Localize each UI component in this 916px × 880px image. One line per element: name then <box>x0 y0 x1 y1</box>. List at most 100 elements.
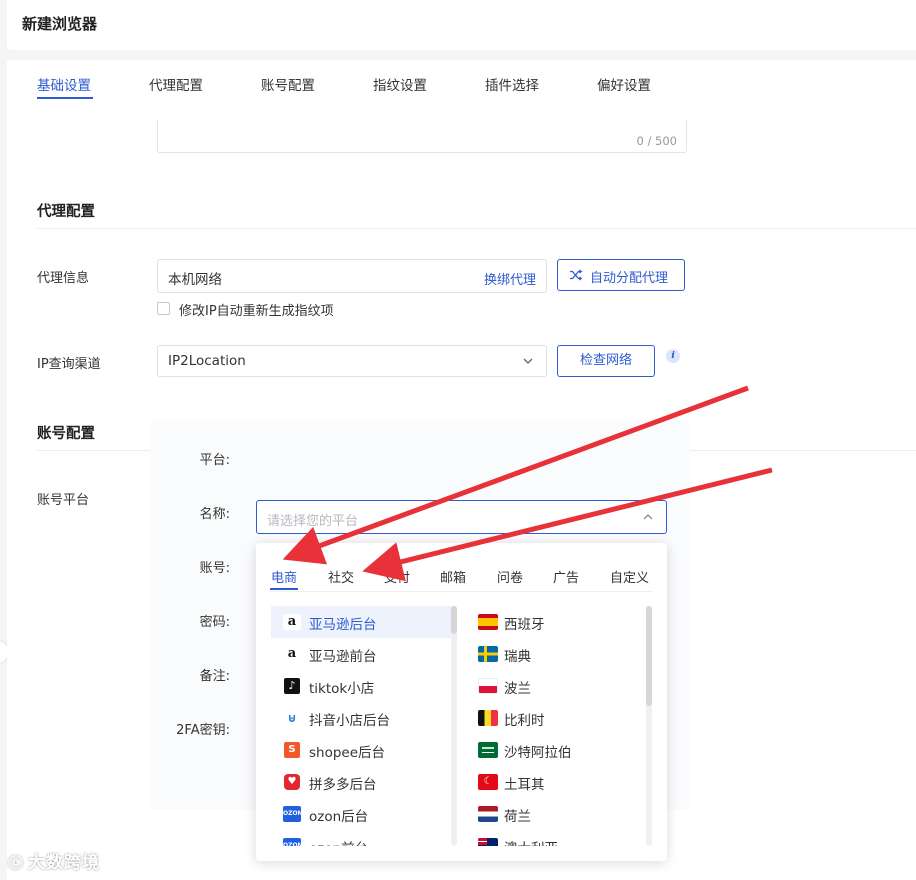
scroll-thumb[interactable] <box>646 606 652 706</box>
notes-textarea[interactable]: 0 / 500 <box>157 120 687 153</box>
region-item[interactable]: 西班牙 <box>466 606 644 638</box>
amazon-icon: a <box>283 646 301 662</box>
proxy-info-value: 本机网络 <box>168 272 222 288</box>
chevron-up-icon <box>642 511 654 527</box>
rebind-proxy-link[interactable]: 换绑代理 <box>484 269 536 288</box>
tab-account-config[interactable]: 账号配置 <box>261 74 315 94</box>
saudi-flag-icon <box>478 742 498 758</box>
region-item[interactable]: ☾ 土耳其 <box>466 766 644 798</box>
password-field-label: 密码: <box>199 615 230 630</box>
belgium-flag-icon <box>478 710 498 726</box>
platform-item-label: ozon后台 <box>309 809 369 825</box>
dd-tab-ads[interactable]: 广告 <box>553 567 579 586</box>
platform-item[interactable]: ⊎ 抖音小店后台 <box>271 702 456 734</box>
region-item[interactable]: 波兰 <box>466 670 644 702</box>
page-title: 新建浏览器 <box>22 15 98 33</box>
region-item[interactable]: 瑞典 <box>466 638 644 670</box>
platform-item-label: 亚马逊后台 <box>309 617 377 633</box>
region-item-label: 荷兰 <box>504 809 531 825</box>
ip-channel-label: IP查询渠道 <box>37 357 101 372</box>
tiktok-icon: ♪ <box>284 678 300 694</box>
platform-item[interactable]: ♪ tiktok小店 <box>271 670 456 702</box>
region-list: 西班牙 瑞典 波兰 比利时 沙特阿拉伯 ☾ 土耳其 荷兰 <box>466 606 644 846</box>
turkey-flag-icon: ☾ <box>478 774 498 790</box>
title-bar: 新建浏览器 <box>7 0 916 50</box>
region-item-label: 澳大利亚 <box>504 837 558 846</box>
platform-item[interactable]: OZON ozon后台 <box>271 798 456 830</box>
platform-item[interactable]: OZON ozon前台 <box>271 830 456 846</box>
active-tab-indicator <box>37 97 93 99</box>
dd-tab-social[interactable]: 社交 <box>328 567 354 586</box>
region-item[interactable]: 荷兰 <box>466 798 644 830</box>
tab-proxy-config[interactable]: 代理配置 <box>149 74 203 94</box>
tab-basic-settings[interactable]: 基础设置 <box>37 74 91 94</box>
netherlands-flag-icon <box>478 806 498 822</box>
platform-item-label: tiktok小店 <box>309 681 375 697</box>
tab-fingerprint-settings[interactable]: 指纹设置 <box>373 74 427 94</box>
ip-channel-value: IP2Location <box>168 353 246 369</box>
regen-fingerprint-checkbox[interactable] <box>157 302 170 315</box>
platform-item-label: 抖音小店后台 <box>309 713 390 729</box>
pinduoduo-icon: ♥ <box>284 774 300 790</box>
chevron-down-icon <box>522 355 534 371</box>
platform-dropdown: 电商 社交 支付 邮箱 问卷 广告 自定义 a 亚马逊后台 a 亚马逊前台 ♪ … <box>256 543 667 861</box>
watermark-text: 大数跨境 <box>28 853 101 873</box>
account-platform-label: 账号平台 <box>37 493 90 508</box>
region-item-label: 波兰 <box>504 681 531 697</box>
info-icon[interactable]: i <box>666 349 680 363</box>
char-counter: 0 / 500 <box>636 134 677 148</box>
dd-tab-custom[interactable]: 自定义 <box>610 567 649 586</box>
platform-field-label: 平台: <box>199 453 230 468</box>
platform-item[interactable]: ♥ 拼多多后台 <box>271 766 456 798</box>
region-item[interactable]: 澳大利亚 <box>466 830 644 846</box>
ip-channel-select[interactable]: IP2Location <box>157 345 547 377</box>
tab-plugin-selection[interactable]: 插件选择 <box>485 74 539 94</box>
shopee-icon: S <box>284 742 300 758</box>
dd-tab-payment[interactable]: 支付 <box>384 567 410 586</box>
platform-item[interactable]: a 亚马逊前台 <box>271 638 456 670</box>
australia-flag-icon <box>478 838 498 846</box>
region-item[interactable]: 比利时 <box>466 702 644 734</box>
spain-flag-icon <box>478 614 498 630</box>
auto-assign-proxy-button[interactable]: 自动分配代理 <box>557 259 685 291</box>
auto-assign-proxy-label: 自动分配代理 <box>590 271 669 286</box>
platform-item-label: 亚马逊前台 <box>309 649 377 665</box>
platform-item[interactable]: S shopee后台 <box>271 734 456 766</box>
dd-tab-ecommerce[interactable]: 电商 <box>271 567 297 586</box>
scroll-thumb[interactable] <box>451 606 457 634</box>
dd-tab-survey[interactable]: 问卷 <box>497 567 523 586</box>
region-item-label: 西班牙 <box>504 617 545 633</box>
side-collapse-handle[interactable] <box>0 642 7 662</box>
dd-tab-email[interactable]: 邮箱 <box>440 567 466 586</box>
region-item[interactable]: 沙特阿拉伯 <box>466 734 644 766</box>
ozon-icon: OZON <box>283 838 303 846</box>
proxy-info-field: 本机网络 换绑代理 <box>157 259 547 293</box>
platform-list-scrollbar[interactable] <box>451 606 457 846</box>
amazon-icon: a <box>283 614 301 630</box>
note-field-label: 备注: <box>199 669 230 684</box>
region-item-label: 土耳其 <box>504 777 545 793</box>
settings-tabs: 基础设置 代理配置 账号配置 指纹设置 插件选择 偏好设置 <box>7 60 916 105</box>
platform-item-label: ozon前台 <box>309 837 368 846</box>
check-network-button[interactable]: 检查网络 <box>557 345 655 377</box>
dd-active-tab-indicator <box>270 588 298 590</box>
platform-select-placeholder: 请选择您的平台 <box>267 514 359 529</box>
platform-list: a 亚马逊后台 a 亚马逊前台 ♪ tiktok小店 ⊎ 抖音小店后台 S sh… <box>271 606 456 846</box>
platform-select[interactable]: 请选择您的平台 <box>256 500 667 534</box>
watermark: ⓒ 大数跨境 <box>8 848 100 873</box>
region-item-label: 沙特阿拉伯 <box>504 745 572 761</box>
poland-flag-icon <box>478 678 498 694</box>
region-item-label: 比利时 <box>504 713 545 729</box>
regen-fingerprint-label: 修改IP自动重新生成指纹项 <box>179 304 334 319</box>
account-field-label: 账号: <box>199 561 230 576</box>
platform-item-label: shopee后台 <box>309 745 386 761</box>
account-section-title: 账号配置 <box>37 426 95 442</box>
proxy-section-title: 代理配置 <box>37 204 95 220</box>
sweden-flag-icon <box>478 646 498 662</box>
watermark-logo-icon: ⓒ <box>8 854 25 872</box>
tab-preferences[interactable]: 偏好设置 <box>597 74 651 94</box>
platform-item[interactable]: a 亚马逊后台 <box>271 606 456 638</box>
ozon-icon: OZON <box>283 806 303 822</box>
region-list-scrollbar[interactable] <box>646 606 652 846</box>
platform-item-label: 拼多多后台 <box>309 777 377 793</box>
